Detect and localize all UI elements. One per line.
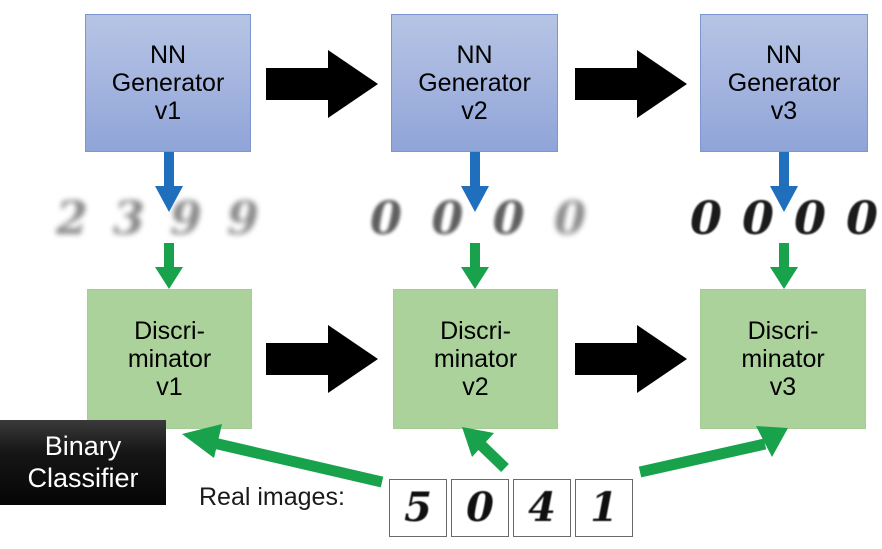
generated-samples-row-v3: 0 0 0 0 — [686, 190, 882, 246]
green-arrow-samples-to-disc2 — [460, 243, 490, 291]
generator-box-v1[interactable]: NN Generator v1 — [85, 14, 251, 152]
generated-digit: 9 — [169, 191, 202, 245]
binary-classifier-callout[interactable]: Binary Classifier — [0, 420, 166, 505]
black-arrow-disc2-to-disc3 — [575, 323, 687, 395]
real-image-digit: 4 — [528, 484, 556, 531]
discriminator-box-v3[interactable]: Discri- minator v3 — [700, 289, 866, 429]
discriminator-v3-label: Discri- minator v3 — [741, 317, 825, 401]
generator-v2-label: NN Generator v2 — [418, 41, 531, 125]
generated-digit: 0 — [845, 191, 878, 245]
green-arrow-real-to-disc2 — [462, 427, 509, 472]
green-arrow-samples-to-disc1 — [154, 243, 184, 291]
generated-digit: 0 — [793, 191, 826, 245]
generated-digit: 0 — [741, 191, 774, 245]
generated-digit: 2 — [55, 191, 88, 245]
real-image-cell: 5 — [389, 479, 447, 537]
green-arrow-samples-to-disc3 — [769, 243, 799, 291]
diagram-canvas: NN Generator v1 NN Generator v2 NN Gener… — [0, 0, 882, 549]
generator-box-v2[interactable]: NN Generator v2 — [391, 14, 558, 152]
real-image-cell: 0 — [451, 479, 509, 537]
real-images-label: Real images: — [199, 483, 345, 511]
generated-digit: 0 — [492, 191, 525, 245]
generator-v3-label: NN Generator v3 — [727, 41, 841, 125]
discriminator-box-v2[interactable]: Discri- minator v2 — [393, 289, 558, 429]
binary-classifier-label: Binary Classifier — [27, 431, 139, 493]
green-arrow-real-to-disc3 — [638, 426, 788, 478]
generator-v1-label: NN Generator v1 — [111, 41, 225, 125]
discriminator-v2-label: Discri- minator v2 — [433, 317, 518, 401]
generated-digit: 0 — [553, 191, 586, 245]
discriminator-v1-label: Discri- minator v1 — [127, 317, 212, 401]
generator-box-v3[interactable]: NN Generator v3 — [700, 14, 868, 152]
real-image-cell: 4 — [513, 479, 571, 537]
real-image-digit: 5 — [404, 484, 432, 531]
black-arrow-gen1-to-gen2 — [266, 48, 378, 120]
generated-samples-row-v2: 0 0 0 0 — [364, 190, 592, 246]
green-arrow-real-to-disc1 — [182, 424, 384, 488]
generated-digit: 3 — [112, 191, 145, 245]
real-image-digit: 1 — [590, 484, 618, 531]
black-arrow-gen2-to-gen3 — [575, 48, 687, 120]
generated-digit: 0 — [369, 191, 402, 245]
generated-digit: 0 — [689, 191, 722, 245]
real-image-digit: 0 — [466, 484, 494, 531]
black-arrow-disc1-to-disc2 — [266, 323, 378, 395]
real-image-cell: 1 — [575, 479, 633, 537]
generated-samples-row-v1: 2 3 9 9 — [50, 190, 265, 246]
real-images-strip: 5 0 4 1 — [389, 479, 637, 537]
generated-digit: 0 — [431, 191, 464, 245]
generated-digit: 9 — [226, 191, 259, 245]
discriminator-box-v1[interactable]: Discri- minator v1 — [87, 289, 252, 429]
